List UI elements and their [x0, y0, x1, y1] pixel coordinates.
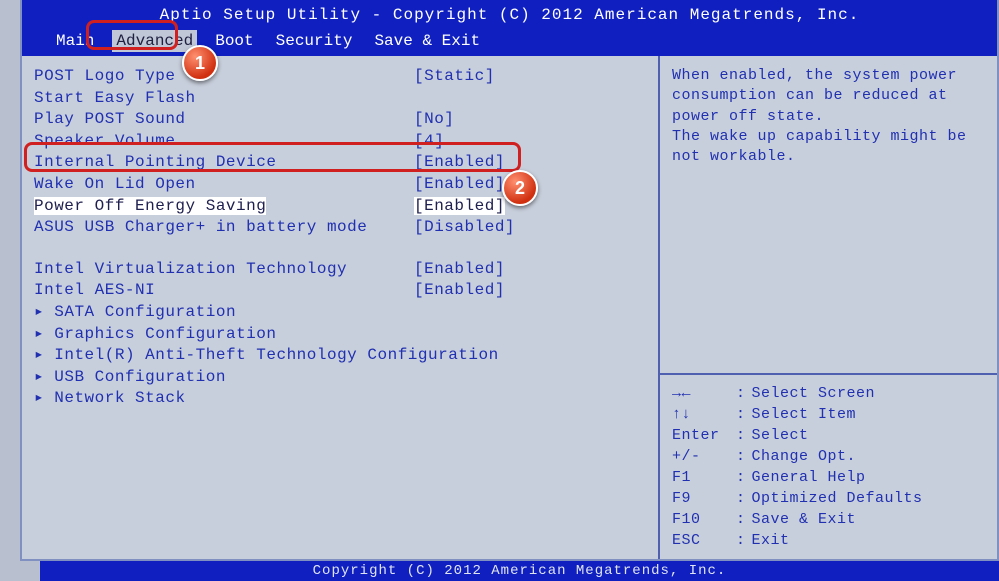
tab-save-exit[interactable]: Save & Exit — [370, 30, 484, 52]
submenu-label: Intel(R) Anti-Theft Technology Configura… — [54, 346, 498, 364]
setting-post-logo-type[interactable]: POST Logo Type [Static] — [34, 66, 658, 88]
submenu-network-stack[interactable]: ▸ Network Stack — [34, 388, 658, 410]
submenu-label: Graphics Configuration — [54, 325, 276, 343]
submenu-label: Network Stack — [54, 389, 185, 407]
help-panel: When enabled, the system power consumpti… — [660, 56, 997, 559]
setting-label: Internal Pointing Device — [34, 152, 414, 174]
tab-boot[interactable]: Boot — [211, 30, 257, 52]
key-hints: →←: Select Screen ↑↓: Select Item Enter:… — [660, 375, 997, 559]
setting-value: [Static] — [414, 66, 495, 88]
submenu-label: USB Configuration — [54, 368, 226, 386]
setting-value: [Enabled] — [414, 152, 505, 174]
setting-label: Power Off Energy Saving — [34, 196, 414, 218]
setting-intel-virtualization[interactable]: Intel Virtualization Technology [Enabled… — [34, 259, 658, 281]
header-title: Aptio Setup Utility - Copyright (C) 2012… — [22, 4, 997, 26]
submenu-usb-configuration[interactable]: ▸ USB Configuration — [34, 367, 658, 389]
bios-header: Aptio Setup Utility - Copyright (C) 2012… — [20, 0, 999, 56]
setting-value: [Enabled] — [414, 280, 505, 302]
setting-label: Wake On Lid Open — [34, 174, 414, 196]
submenu-anti-theft-configuration[interactable]: ▸ Intel(R) Anti-Theft Technology Configu… — [34, 345, 658, 367]
setting-power-off-energy-saving[interactable]: Power Off Energy Saving [Enabled] — [34, 196, 658, 218]
setting-internal-pointing-device[interactable]: Internal Pointing Device [Enabled] — [34, 152, 658, 174]
footer: Copyright (C) 2012 American Megatrends, … — [40, 561, 999, 581]
setting-value: [4] — [414, 131, 444, 153]
setting-label: Start Easy Flash — [34, 88, 414, 110]
hint-exit: ESC: Exit — [672, 530, 985, 551]
setting-value: [Disabled] — [414, 217, 515, 239]
setting-value: [No] — [414, 109, 454, 131]
setting-label: Intel AES-NI — [34, 280, 414, 302]
submenu-label: SATA Configuration — [54, 303, 236, 321]
hint-change-opt: +/-: Change Opt. — [672, 446, 985, 467]
hint-enter: Enter: Select — [672, 425, 985, 446]
hint-select-item: ↑↓: Select Item — [672, 404, 985, 425]
setting-start-easy-flash[interactable]: Start Easy Flash — [34, 88, 658, 110]
submenu-graphics-configuration[interactable]: ▸ Graphics Configuration — [34, 324, 658, 346]
settings-panel: POST Logo Type [Static] Start Easy Flash… — [22, 56, 660, 559]
setting-label: POST Logo Type — [34, 66, 414, 88]
setting-asus-usb-charger[interactable]: ASUS USB Charger+ in battery mode [Disab… — [34, 217, 658, 239]
help-text: When enabled, the system power consumpti… — [660, 56, 997, 373]
setting-value: [Enabled] — [414, 174, 505, 196]
tab-main[interactable]: Main — [52, 30, 98, 52]
setting-intel-aes-ni[interactable]: Intel AES-NI [Enabled] — [34, 280, 658, 302]
setting-label: Play POST Sound — [34, 109, 414, 131]
setting-value: [Enabled] — [414, 196, 505, 218]
setting-play-post-sound[interactable]: Play POST Sound [No] — [34, 109, 658, 131]
hint-save-exit: F10: Save & Exit — [672, 509, 985, 530]
setting-wake-on-lid-open[interactable]: Wake On Lid Open [Enabled] — [34, 174, 658, 196]
tab-bar: Main Advanced Boot Security Save & Exit — [22, 30, 997, 52]
setting-label: Intel Virtualization Technology — [34, 259, 414, 281]
hint-general-help: F1: General Help — [672, 467, 985, 488]
hint-optimized-defaults: F9: Optimized Defaults — [672, 488, 985, 509]
setting-label: Speaker Volume — [34, 131, 414, 153]
setting-value: [Enabled] — [414, 259, 505, 281]
main-frame: POST Logo Type [Static] Start Easy Flash… — [20, 56, 999, 561]
tab-security[interactable]: Security — [272, 30, 357, 52]
setting-label: ASUS USB Charger+ in battery mode — [34, 217, 414, 239]
tab-advanced[interactable]: Advanced — [112, 30, 197, 52]
hint-select-screen: →←: Select Screen — [672, 383, 985, 404]
submenu-sata-configuration[interactable]: ▸ SATA Configuration — [34, 302, 658, 324]
setting-speaker-volume[interactable]: Speaker Volume [4] — [34, 131, 658, 153]
